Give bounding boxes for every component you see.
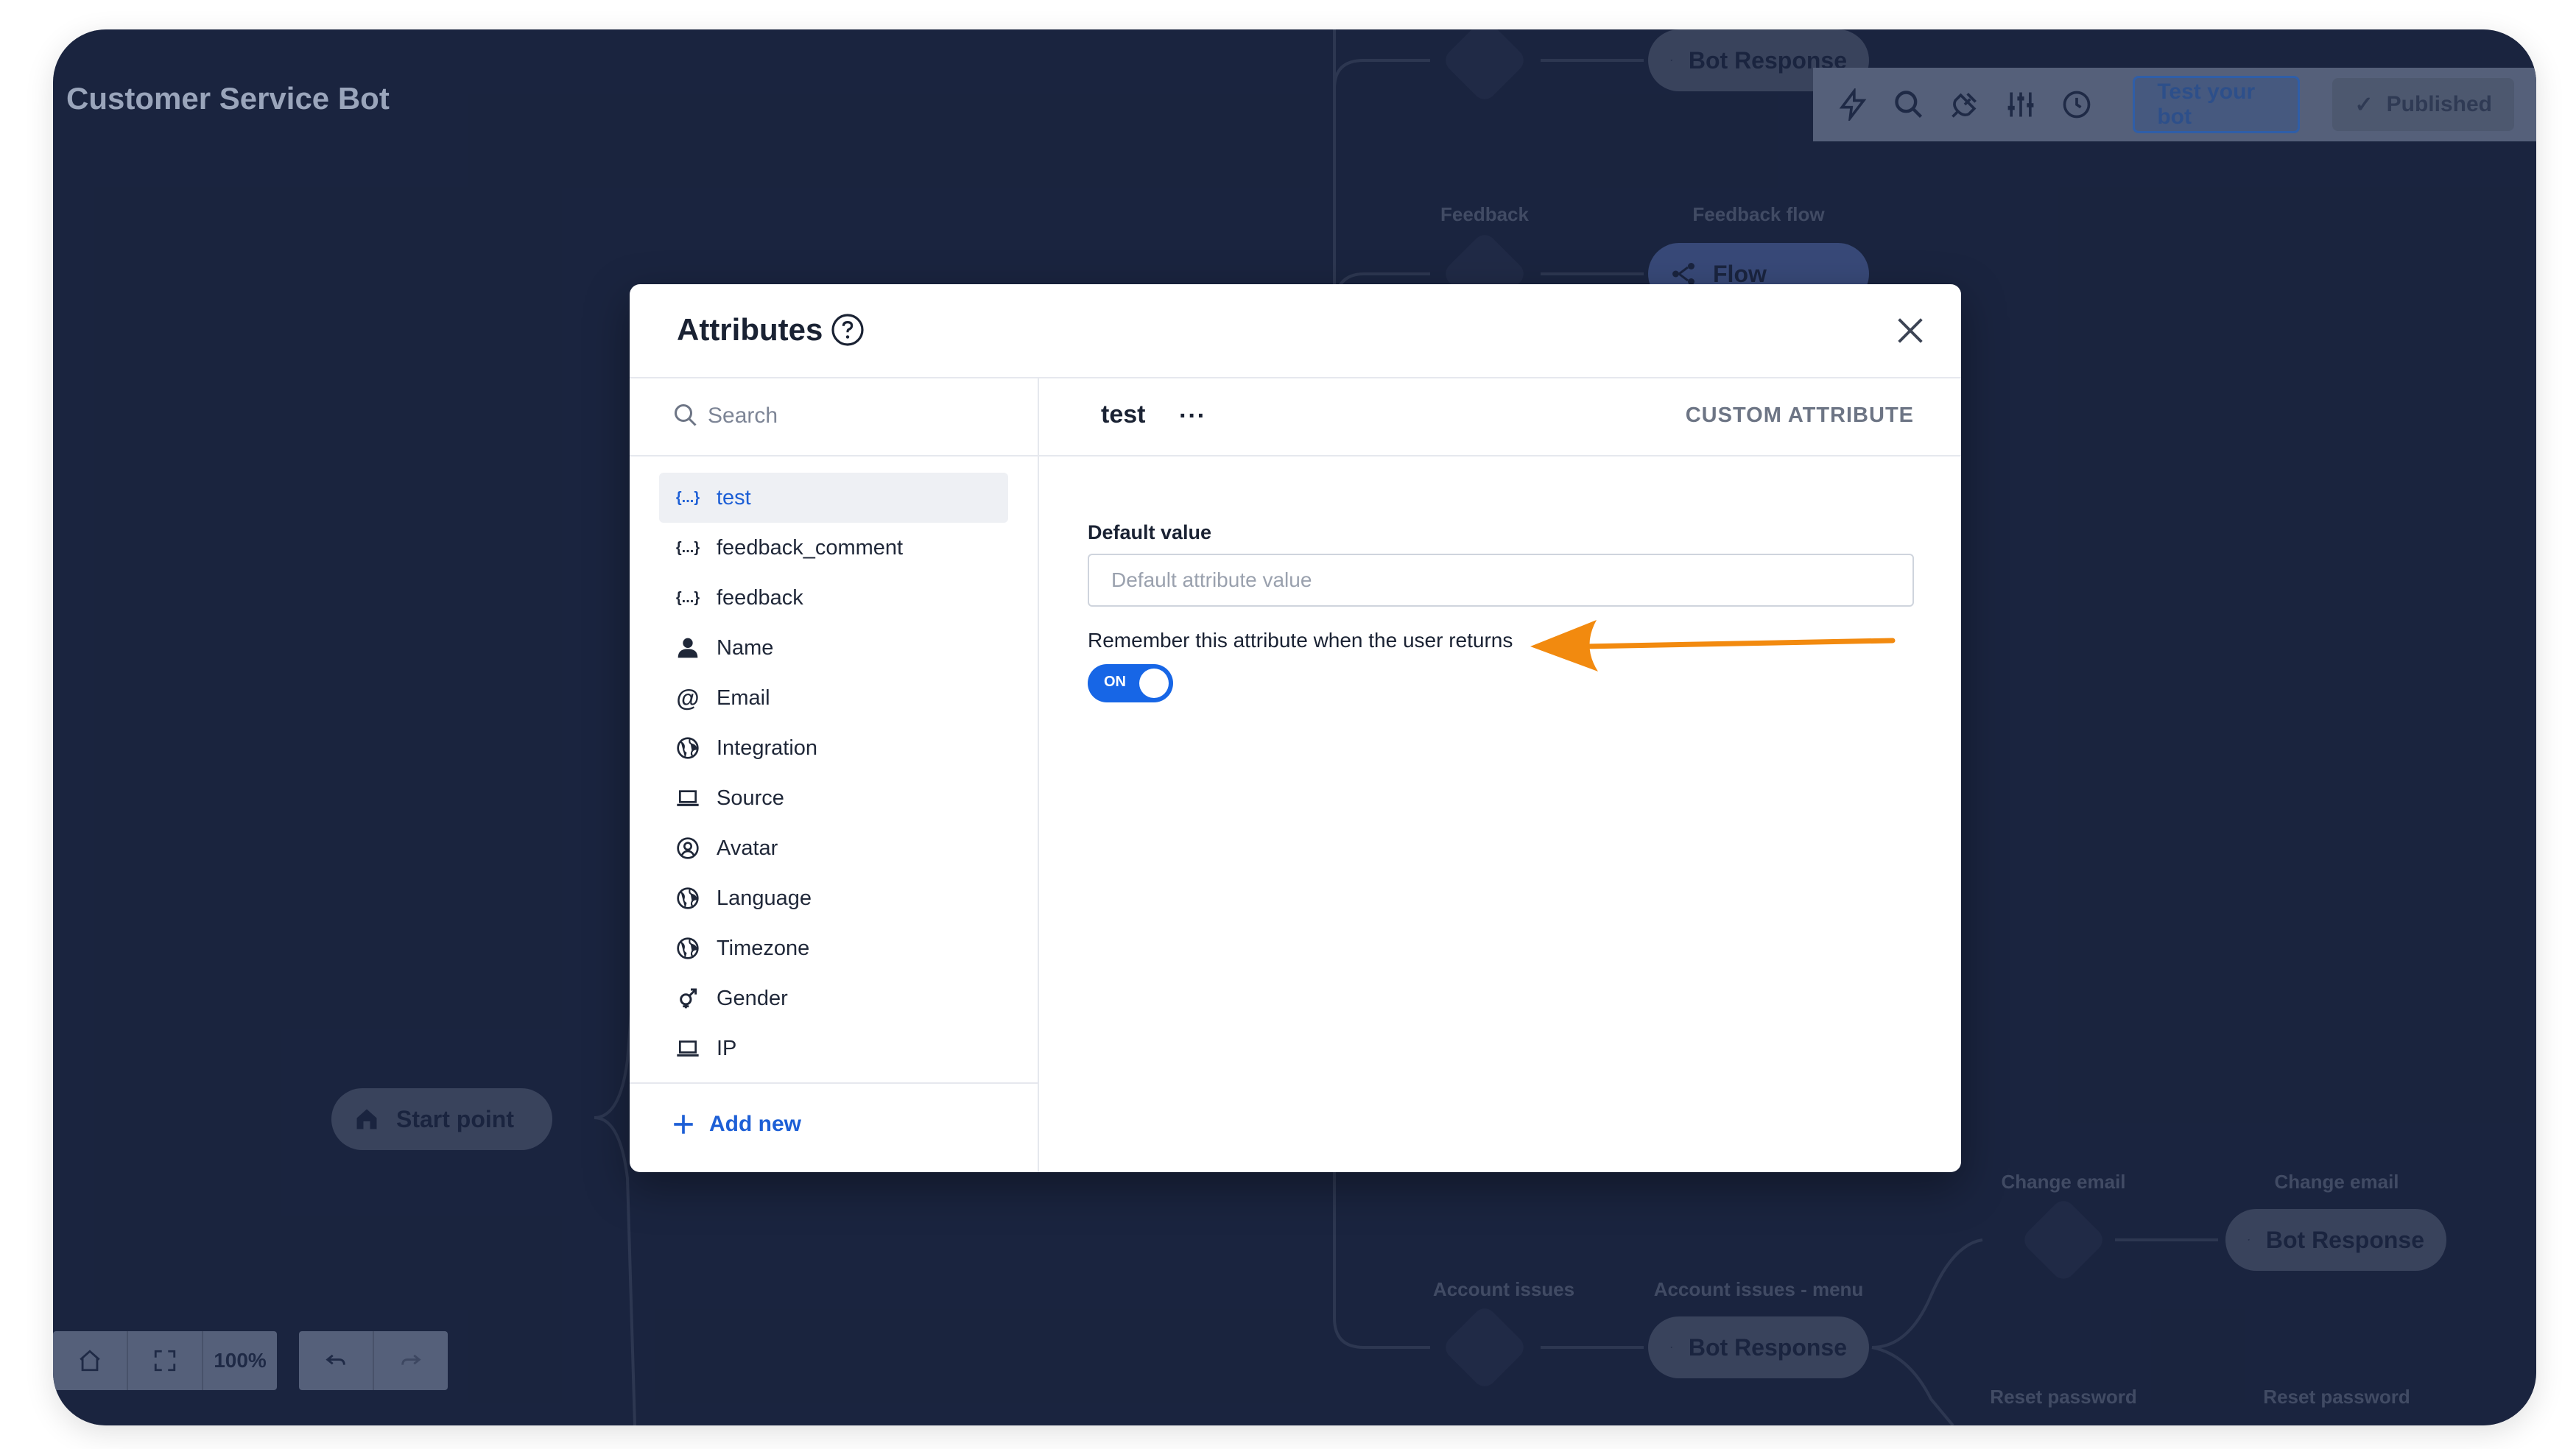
- attribute-item-test[interactable]: {...} test: [659, 473, 1008, 523]
- home-view-button[interactable]: [53, 1331, 128, 1390]
- bot-title: Customer Service Bot: [66, 81, 390, 116]
- history-controls: [299, 1331, 448, 1390]
- home-icon: [80, 1350, 100, 1372]
- search-input[interactable]: [706, 395, 1018, 437]
- attribute-item-ip[interactable]: IP: [659, 1023, 1008, 1073]
- default-value-input[interactable]: [1088, 554, 1914, 607]
- default-value-label: Default value: [1088, 521, 1212, 543]
- attribute-label: feedback_comment: [717, 535, 904, 560]
- bolt-icon[interactable]: [1835, 84, 1871, 125]
- attribute-label: Language: [717, 886, 812, 910]
- top-toolbar: Test your bot ✓ Published: [1813, 68, 2536, 141]
- modal-header: Attributes: [630, 284, 1961, 378]
- search-icon: [675, 404, 697, 426]
- redo-button[interactable]: [374, 1331, 448, 1390]
- toggle-knob: [1139, 669, 1169, 698]
- search-icon[interactable]: [1891, 84, 1926, 125]
- attribute-label: Source: [717, 786, 784, 810]
- globe-icon: [674, 734, 702, 762]
- attribute-list: {...} test {...} feedback_comment {...} …: [659, 473, 1008, 1073]
- attribute-label: Email: [717, 685, 770, 710]
- remember-attribute-label: Remember this attribute when the user re…: [1088, 629, 1513, 652]
- undo-icon: [325, 1354, 345, 1365]
- published-button[interactable]: ✓ Published: [2332, 78, 2514, 131]
- attribute-label: feedback: [717, 585, 803, 610]
- attribute-label: IP: [717, 1036, 737, 1060]
- toggle-state-label: ON: [1104, 674, 1126, 690]
- add-new-button[interactable]: Add new: [671, 1112, 801, 1137]
- add-new-row: Add new: [630, 1082, 1038, 1172]
- attribute-label: Timezone: [717, 936, 810, 960]
- braces-icon: {...}: [675, 589, 700, 606]
- attribute-item-name[interactable]: Name: [659, 623, 1008, 673]
- canvas-controls: 100%: [53, 1331, 448, 1390]
- close-icon[interactable]: [1893, 314, 1927, 348]
- detail-header: test ··· CUSTOM ATTRIBUTE: [1039, 377, 1961, 456]
- attribute-label: Integration: [717, 736, 818, 760]
- published-label: Published: [2386, 92, 2492, 116]
- plus-icon: [674, 1115, 693, 1134]
- add-new-label: Add new: [709, 1112, 801, 1136]
- attribute-item-feedback-comment[interactable]: {...} feedback_comment: [659, 523, 1008, 573]
- attribute-label: test: [717, 485, 751, 510]
- view-controls: 100%: [53, 1331, 277, 1390]
- test-your-bot-button[interactable]: Test your bot: [2133, 76, 2301, 133]
- laptop-icon: [674, 1034, 702, 1062]
- attribute-item-avatar[interactable]: Avatar: [659, 823, 1008, 873]
- attribute-item-integration[interactable]: Integration: [659, 723, 1008, 773]
- attribute-item-email[interactable]: @ Email: [659, 673, 1008, 723]
- sliders-icon[interactable]: [2003, 84, 2038, 125]
- modal-title: Attributes: [677, 312, 823, 347]
- attribute-search: [630, 377, 1038, 456]
- more-options-icon[interactable]: ···: [1179, 402, 1206, 431]
- history-icon[interactable]: [2059, 84, 2094, 125]
- redo-icon: [401, 1354, 421, 1365]
- laptop-icon: [674, 784, 702, 812]
- undo-button[interactable]: [299, 1331, 374, 1390]
- braces-icon: {...}: [675, 489, 700, 506]
- attribute-item-timezone[interactable]: Timezone: [659, 923, 1008, 973]
- attribute-list-pane: {...} test {...} feedback_comment {...} …: [630, 377, 1039, 1172]
- attribute-label: Gender: [717, 986, 788, 1010]
- attribute-label: Name: [717, 635, 774, 660]
- attribute-type: CUSTOM ATTRIBUTE: [1685, 403, 1914, 427]
- user-icon: [674, 634, 702, 662]
- globe-icon: [674, 884, 702, 912]
- attribute-detail-pane: test ··· CUSTOM ATTRIBUTE Default value …: [1039, 377, 1961, 1172]
- attribute-item-gender[interactable]: Gender: [659, 973, 1008, 1023]
- at-icon: @: [676, 684, 700, 711]
- help-icon[interactable]: [830, 312, 865, 348]
- expand-icon: [154, 1350, 176, 1372]
- check-icon: ✓: [2354, 92, 2373, 117]
- attribute-name: test: [1101, 401, 1146, 429]
- remember-attribute-toggle[interactable]: ON: [1088, 664, 1173, 702]
- globe-icon: [674, 934, 702, 962]
- attribute-item-feedback[interactable]: {...} feedback: [659, 573, 1008, 623]
- annotation-arrow-icon: [1530, 620, 1896, 671]
- plug-icon[interactable]: [1947, 84, 1982, 125]
- attribute-item-language[interactable]: Language: [659, 873, 1008, 923]
- attributes-modal: Attributes {...} test {...} feedback_com…: [630, 284, 1961, 1172]
- zoom-level[interactable]: 100%: [203, 1331, 277, 1390]
- attribute-item-source[interactable]: Source: [659, 773, 1008, 823]
- attribute-label: Avatar: [717, 836, 778, 860]
- gender-icon: [674, 984, 702, 1012]
- braces-icon: {...}: [675, 539, 700, 556]
- fit-view-button[interactable]: [128, 1331, 203, 1390]
- avatar-icon: [674, 834, 702, 862]
